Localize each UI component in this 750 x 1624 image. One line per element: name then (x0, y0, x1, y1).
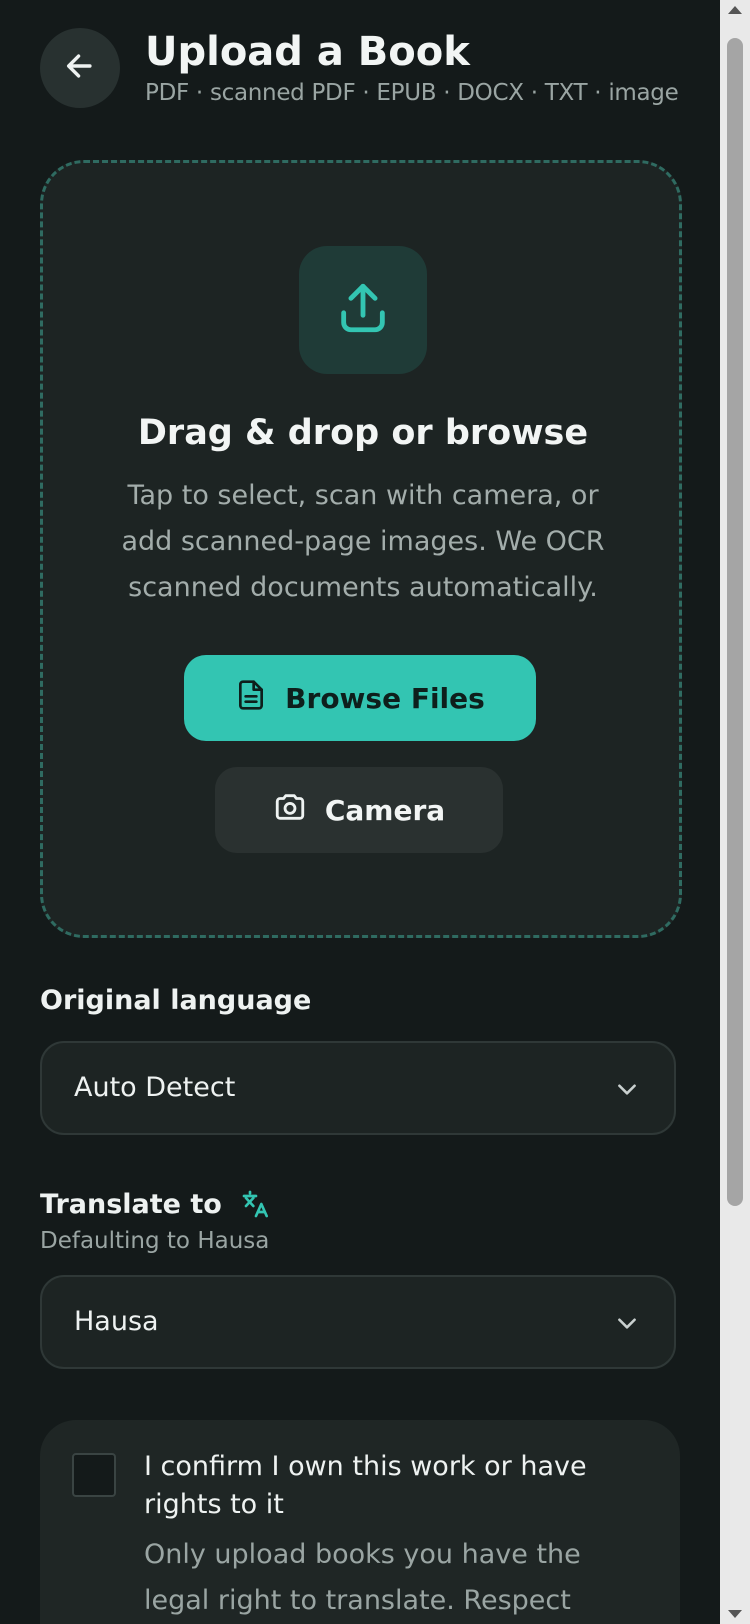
translate-icon (240, 1188, 272, 1220)
rights-confirm-checkbox[interactable] (72, 1453, 116, 1497)
original-language-label: Original language (40, 985, 312, 1016)
translate-to-row: Translate to (40, 1188, 272, 1220)
upload-book-screen: Upload a Book PDF · scanned PDF · EPUB ·… (0, 0, 750, 1624)
dropzone-heading: Drag & drop or browse (137, 413, 589, 453)
translate-to-label: Translate to (40, 1188, 222, 1220)
scroll-up-arrow[interactable] (728, 6, 742, 14)
back-button[interactable] (40, 28, 120, 108)
rights-confirmation-card: I confirm I own this work or have rights… (40, 1420, 680, 1624)
chevron-down-icon (614, 1310, 640, 1336)
header: Upload a Book PDF · scanned PDF · EPUB ·… (40, 28, 680, 108)
translate-to-hint: Defaulting to Hausa (40, 1228, 270, 1254)
upload-dropzone[interactable]: Drag & drop or browse Tap to select, sca… (40, 160, 682, 938)
supported-formats: PDF · scanned PDF · EPUB · DOCX · TXT · … (145, 80, 679, 106)
camera-label: Camera (324, 793, 446, 827)
original-language-value: Auto Detect (74, 1072, 236, 1103)
camera-icon (273, 790, 307, 831)
file-icon (235, 679, 267, 718)
upload-icon (334, 279, 392, 341)
page-title: Upload a Book (145, 29, 470, 75)
scrollbar[interactable] (720, 0, 750, 1624)
upload-icon-tile (299, 246, 427, 374)
translate-to-value: Hausa (74, 1306, 159, 1337)
rights-confirm-description: Only upload books you have the legal rig… (144, 1539, 581, 1616)
original-language-select[interactable]: Auto Detect (40, 1041, 676, 1135)
arrow-left-icon (63, 49, 97, 87)
chevron-down-icon (614, 1076, 640, 1102)
browse-files-label: Browse Files (285, 681, 485, 715)
translate-to-select[interactable]: Hausa (40, 1275, 676, 1369)
rights-confirm-title[interactable]: I confirm I own this work or have rights… (144, 1448, 644, 1524)
browse-files-button[interactable]: Browse Files (184, 655, 536, 741)
dropzone-description: Tap to select, scan with camera, or add … (121, 480, 605, 603)
scroll-down-arrow[interactable] (728, 1610, 742, 1618)
scroll-thumb[interactable] (727, 38, 743, 1206)
camera-button[interactable]: Camera (215, 767, 503, 853)
